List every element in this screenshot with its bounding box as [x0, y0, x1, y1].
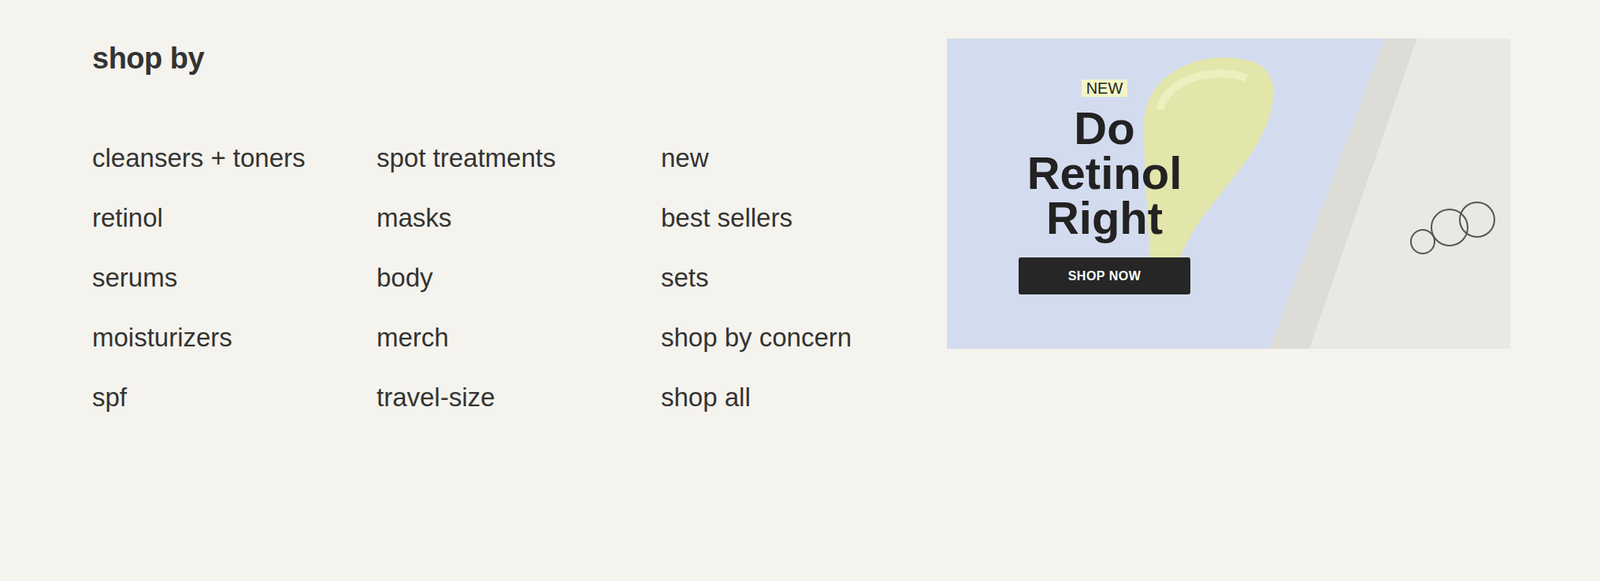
- menu-link[interactable]: masks: [376, 200, 607, 236]
- menu-link[interactable]: retinol: [92, 200, 323, 236]
- banner-content: NEW Do Retinol Right SHOP NOW: [946, 38, 1263, 295]
- menu-link[interactable]: shop by concern: [660, 320, 891, 356]
- link-column: spot treatments masks body merch travel-size: [376, 141, 661, 416]
- menu-link[interactable]: new: [660, 141, 891, 176]
- menu-link[interactable]: travel-size: [376, 380, 607, 416]
- menu-link[interactable]: body: [376, 260, 607, 296]
- link-column: new best sellers sets shop by concern shop a…: [660, 141, 946, 416]
- new-badge: NEW: [1081, 79, 1129, 97]
- menu-link[interactable]: serums: [92, 260, 323, 296]
- shop-now-button[interactable]: SHOP NOW: [1018, 257, 1191, 295]
- menu-link[interactable]: cleansers + toners: [92, 141, 323, 176]
- menu-link[interactable]: best sellers: [660, 200, 891, 236]
- menu-link[interactable]: merch: [376, 320, 607, 356]
- menu-link[interactable]: sets: [660, 260, 891, 296]
- banner-title: Do Retinol Right: [1006, 105, 1203, 241]
- menu-link[interactable]: moisturizers: [92, 320, 323, 356]
- shop-by-menu: shop by cleansers + toners retinol serums mo…: [92, 38, 947, 416]
- link-grid: cleansers + toners retinol serums moisturiz…: [92, 141, 947, 416]
- menu-heading: shop by: [92, 40, 947, 77]
- menu-link[interactable]: spot treatments: [376, 141, 607, 176]
- link-column: cleansers + toners retinol serums moisturiz…: [92, 141, 377, 416]
- menu-link[interactable]: spf: [92, 380, 323, 416]
- promo-banner[interactable]: NEW Do Retinol Right SHOP NOW: [946, 38, 1511, 349]
- menu-link[interactable]: shop all: [660, 380, 891, 416]
